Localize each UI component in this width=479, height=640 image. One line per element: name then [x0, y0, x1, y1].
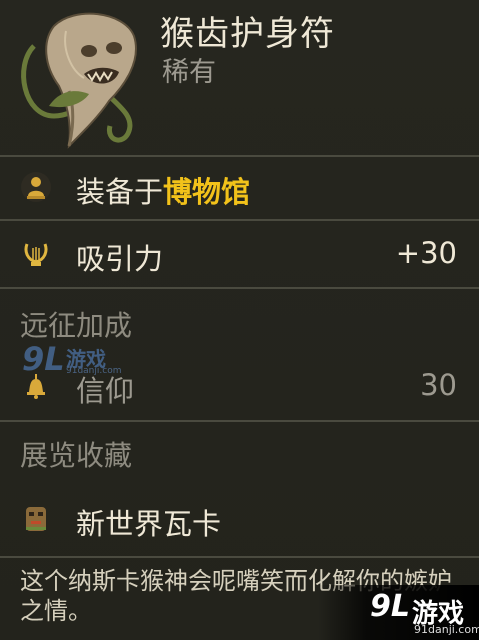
equip-prefix: 装备于 — [76, 175, 164, 209]
stat-value: +30 — [395, 236, 457, 270]
stat-row: 吸引力 +30 — [0, 221, 479, 287]
expedition-row: 信仰 30 — [0, 356, 479, 418]
stat-label: 吸引力 — [76, 242, 164, 276]
collection-row: 新世界瓦卡 — [0, 486, 479, 554]
monkey-tooth-amulet-icon — [21, 12, 137, 149]
expedition-label: 信仰 — [76, 374, 135, 408]
equip-location: 博物馆 — [163, 175, 251, 209]
divider — [0, 556, 479, 558]
item-header: 猴齿护身符 稀有 — [0, 0, 479, 155]
lyre-icon — [24, 243, 48, 266]
divider — [0, 287, 479, 289]
watermark-bottom-num: 9L — [370, 589, 410, 624]
wari-mask-icon — [26, 507, 46, 531]
collection-heading: 展览收藏 — [20, 439, 133, 472]
item-tooltip-card: 猴齿护身符 稀有 装备于博物馆 吸引力 +30 远征加成 9L 游戏 91dan… — [0, 0, 479, 640]
item-name: 猴齿护身符 — [160, 14, 335, 54]
divider — [0, 420, 479, 422]
museum-bust-icon — [21, 172, 51, 202]
collection-label: 新世界瓦卡 — [76, 507, 222, 541]
watermark-bottom-url: 91danji.com — [414, 623, 479, 636]
equip-label: 装备于博物馆 — [76, 169, 250, 211]
watermark-bottom: 9L 游戏 91danji.com — [318, 585, 479, 640]
equip-row: 装备于博物馆 — [0, 157, 479, 219]
item-rarity: 稀有 — [162, 57, 216, 88]
expedition-heading: 远征加成 — [20, 309, 133, 342]
expedition-value: 30 — [420, 368, 457, 402]
bell-icon — [27, 374, 45, 399]
